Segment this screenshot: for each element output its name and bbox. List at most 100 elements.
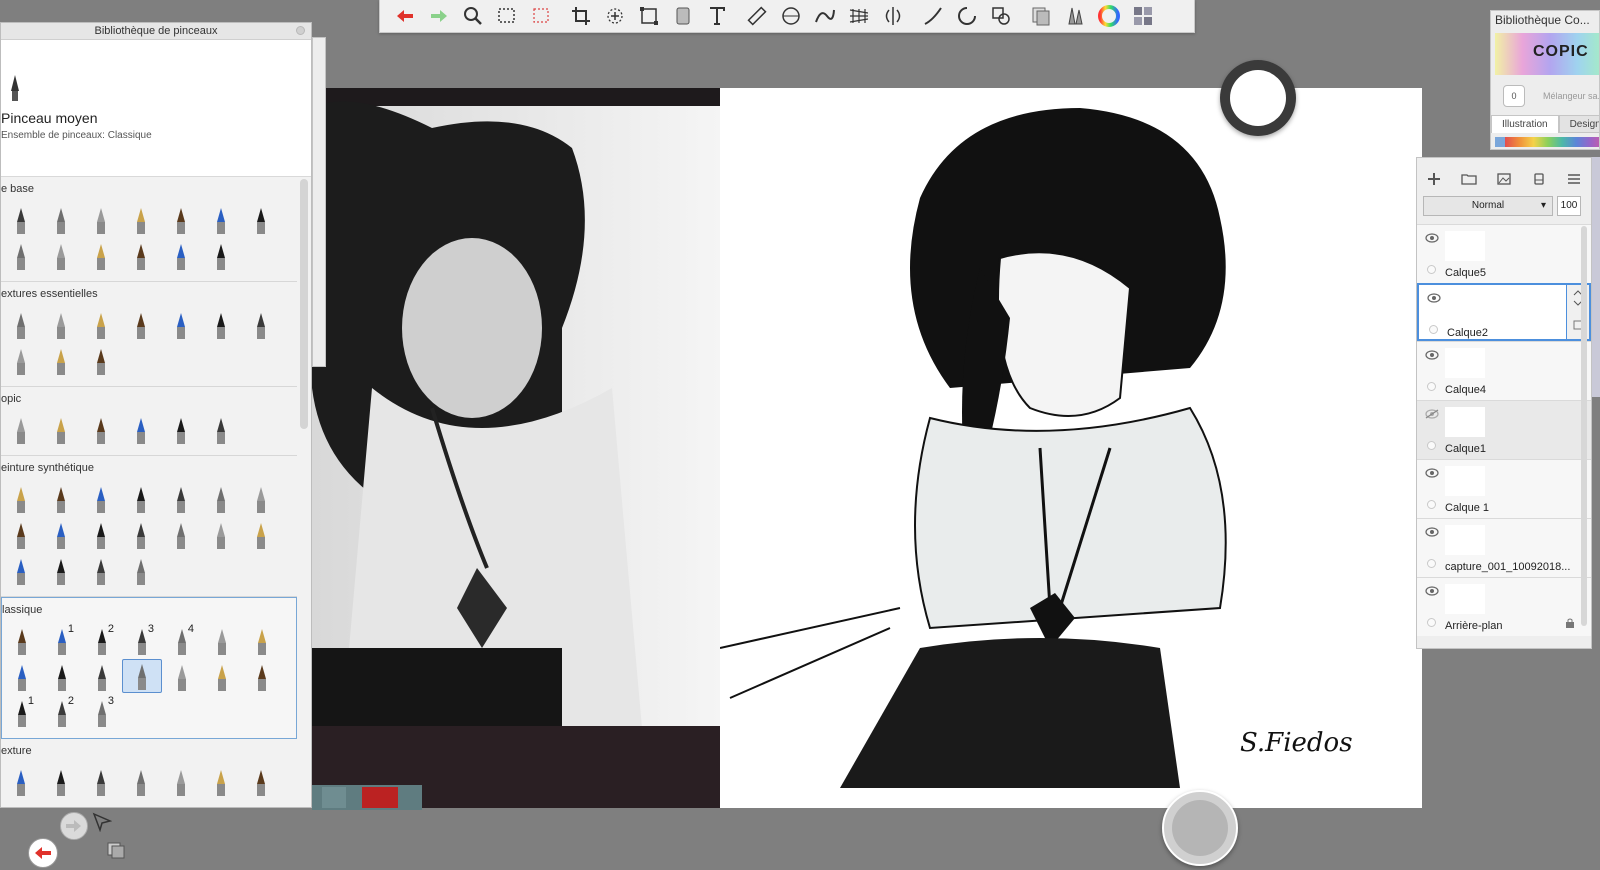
red-shape-thumb-icon[interactable] xyxy=(362,787,398,808)
brush-icon[interactable] xyxy=(201,412,241,446)
undo-icon[interactable] xyxy=(388,1,422,31)
brush-icon[interactable] xyxy=(201,481,241,515)
brush-icon[interactable] xyxy=(161,481,201,515)
brush-icon[interactable] xyxy=(1,412,41,446)
rect-select-icon[interactable] xyxy=(490,1,524,31)
brush-icon[interactable] xyxy=(81,481,121,515)
brush-library-icon[interactable] xyxy=(1058,1,1092,31)
layer-row[interactable]: Calque5 xyxy=(1417,224,1591,283)
brush-icon[interactable] xyxy=(82,659,122,693)
layer-select-radio[interactable] xyxy=(1427,500,1436,509)
zoom-icon[interactable] xyxy=(456,1,490,31)
brush-icon[interactable] xyxy=(81,764,121,798)
brush-icon[interactable] xyxy=(201,764,241,798)
ruler-icon[interactable] xyxy=(740,1,774,31)
eye-icon[interactable] xyxy=(1425,233,1439,243)
brush-icon[interactable] xyxy=(121,412,161,446)
brush-icon[interactable] xyxy=(121,764,161,798)
brush-icon[interactable] xyxy=(1,553,41,587)
brush-icon[interactable] xyxy=(41,481,81,515)
layer-select-radio[interactable] xyxy=(1427,265,1436,274)
brush-icon[interactable] xyxy=(122,659,162,693)
brush-icon[interactable]: 3 xyxy=(122,623,162,657)
brush-icon[interactable] xyxy=(81,343,121,377)
redo-icon[interactable] xyxy=(422,1,456,31)
brush-icon[interactable] xyxy=(81,202,121,236)
brush-icon[interactable] xyxy=(1,202,41,236)
brush-icon[interactable] xyxy=(161,517,201,551)
brush-icon[interactable] xyxy=(241,481,281,515)
color-swatch-row[interactable] xyxy=(1495,137,1599,147)
brush-icon[interactable] xyxy=(2,659,42,693)
brush-icon[interactable] xyxy=(242,623,282,657)
perspective-icon[interactable] xyxy=(842,1,876,31)
layer-select-radio[interactable] xyxy=(1427,618,1436,627)
layer-row[interactable]: Arrière-plan xyxy=(1417,577,1591,636)
add-layer-icon[interactable] xyxy=(1423,168,1445,190)
brush-scrollbar[interactable] xyxy=(300,179,308,429)
brush-icon[interactable] xyxy=(42,659,82,693)
brush-icon[interactable] xyxy=(161,412,201,446)
eye-hidden-icon[interactable] xyxy=(1425,409,1439,419)
brush-icon[interactable]: 4 xyxy=(162,623,202,657)
brush-icon[interactable] xyxy=(121,481,161,515)
panel-close-icon[interactable] xyxy=(296,26,305,35)
blend-mode-select[interactable]: Normal xyxy=(1423,196,1553,216)
brush-icon[interactable] xyxy=(41,238,81,272)
eye-icon[interactable] xyxy=(1425,350,1439,360)
brush-icon[interactable] xyxy=(241,307,281,341)
text-icon[interactable] xyxy=(700,1,734,31)
brush-icon[interactable] xyxy=(201,202,241,236)
layer-row[interactable]: Calque 1 xyxy=(1417,459,1591,518)
brush-icon[interactable]: 2 xyxy=(42,695,82,729)
brush-icon[interactable] xyxy=(81,412,121,446)
canvas-puck-top[interactable] xyxy=(1220,60,1296,136)
brush-icon[interactable] xyxy=(1,343,41,377)
tab-illustration[interactable]: Illustration xyxy=(1491,115,1559,133)
brush-icon[interactable] xyxy=(81,238,121,272)
brush-icon[interactable] xyxy=(201,238,241,272)
brush-icon[interactable] xyxy=(121,202,161,236)
pencil-thumb-icon[interactable] xyxy=(322,787,346,808)
lock-icon[interactable] xyxy=(1565,618,1575,628)
brush-icon[interactable] xyxy=(121,553,161,587)
distort-icon[interactable] xyxy=(632,1,666,31)
fill-icon[interactable] xyxy=(666,1,700,31)
crop-icon[interactable] xyxy=(564,1,598,31)
drawing-canvas[interactable]: S.Fiedos xyxy=(720,88,1422,808)
brush-icon[interactable]: 2 xyxy=(82,623,122,657)
add-image-icon[interactable] xyxy=(1493,168,1515,190)
brush-icon[interactable]: 1 xyxy=(42,623,82,657)
brush-icon[interactable] xyxy=(121,517,161,551)
brush-icon[interactable] xyxy=(41,202,81,236)
canvas-puck-bottom[interactable] xyxy=(1162,790,1238,866)
brush-icon[interactable] xyxy=(1,307,41,341)
brush-icon[interactable] xyxy=(1,481,41,515)
nav-select-icon[interactable] xyxy=(92,812,113,833)
eye-icon[interactable] xyxy=(1425,527,1439,537)
eye-icon[interactable] xyxy=(1427,293,1441,303)
copic-library-icon[interactable] xyxy=(1126,1,1160,31)
brush-icon[interactable] xyxy=(41,343,81,377)
french-curve-icon[interactable] xyxy=(808,1,842,31)
mixer-count[interactable]: 0 xyxy=(1503,85,1525,107)
layer-select-radio[interactable] xyxy=(1427,559,1436,568)
brush-icon[interactable] xyxy=(81,517,121,551)
layer-row[interactable]: Calque1 xyxy=(1417,400,1591,459)
brush-icon[interactable] xyxy=(242,659,282,693)
brush-icon[interactable] xyxy=(162,659,202,693)
layer-row[interactable]: Calque4 xyxy=(1417,341,1591,400)
layer-row[interactable]: Calque2 xyxy=(1417,283,1591,341)
lasso-select-icon[interactable] xyxy=(524,1,558,31)
layer-row[interactable]: capture_001_10092018... xyxy=(1417,518,1591,577)
layer-editor-icon[interactable] xyxy=(1024,1,1058,31)
brush-icon[interactable] xyxy=(161,238,201,272)
brush-icon[interactable] xyxy=(81,307,121,341)
erase-layer-icon[interactable] xyxy=(1528,168,1550,190)
brush-icon[interactable] xyxy=(41,412,81,446)
ellipse-guide-icon[interactable] xyxy=(774,1,808,31)
color-puck-icon[interactable] xyxy=(984,1,1018,31)
brush-icon[interactable] xyxy=(241,764,281,798)
brush-icon[interactable] xyxy=(41,553,81,587)
brush-icon[interactable] xyxy=(1,238,41,272)
